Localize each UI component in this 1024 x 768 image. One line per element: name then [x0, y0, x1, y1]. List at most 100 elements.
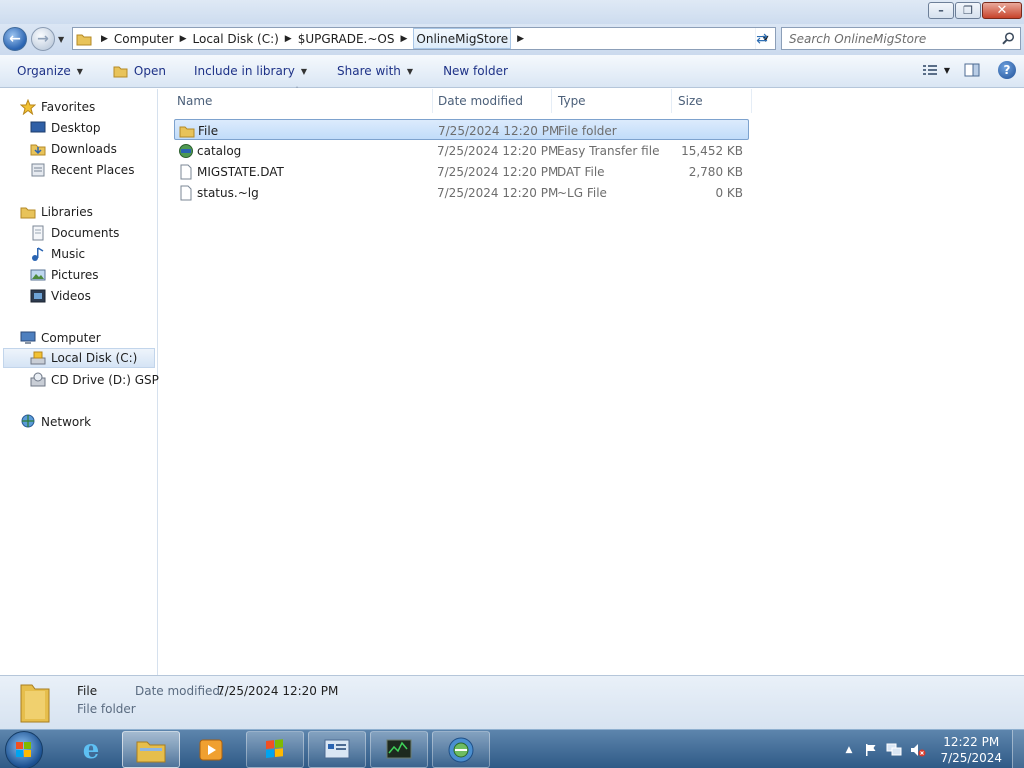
sort-ascending-icon: ˆ: [295, 86, 299, 95]
taskbar-windows-setup[interactable]: [246, 731, 304, 768]
breadcrumb-separator[interactable]: ▶: [174, 34, 193, 44]
file-date: 7/25/2024 12:20 PM: [437, 143, 559, 158]
open-button[interactable]: Open: [104, 55, 175, 87]
star-icon: [19, 98, 37, 116]
help-button[interactable]: ?: [998, 61, 1016, 79]
refresh-button[interactable]: ⇄: [750, 27, 774, 50]
column-header-name[interactable]: Name ˆ: [171, 86, 433, 113]
nav-cd-drive[interactable]: CD Drive (D:) GSP1R: [30, 370, 175, 390]
taskbar-task-manager[interactable]: [370, 731, 428, 768]
address-row: ← → ▼ ▶ Computer ▶ Local Disk (C:) ▶ $UP…: [0, 24, 1024, 55]
title-bar: – ❐ ✕: [0, 0, 1024, 24]
windows-logo-icon: [16, 742, 31, 757]
nav-libraries[interactable]: Libraries: [20, 202, 93, 222]
new-folder-button[interactable]: New folder: [434, 55, 517, 87]
internet-explorer-icon: e: [82, 734, 100, 765]
recent-pages-dropdown[interactable]: ▼: [58, 35, 64, 44]
taskbar-clock[interactable]: 12:22 PM 7/25/2024: [940, 734, 1002, 766]
navigation-pane: Favorites Desktop Downloads Recent Place…: [0, 89, 175, 675]
computer-icon: [20, 330, 36, 346]
close-icon: ✕: [996, 3, 1008, 18]
search-input[interactable]: Search OnlineMigStore: [781, 27, 1021, 50]
view-list-icon: [922, 65, 937, 75]
clock-time: 12:22 PM: [943, 734, 1000, 749]
back-button[interactable]: ←: [3, 27, 27, 51]
breadcrumb-separator[interactable]: ▶: [395, 34, 414, 44]
restore-icon: ❐: [963, 4, 973, 17]
breadcrumb-separator[interactable]: ▶: [95, 34, 114, 44]
organize-button[interactable]: Organize ▼: [8, 55, 92, 87]
file-row-status-lg[interactable]: status.~lg 7/25/2024 12:20 PM ~LG File 0…: [174, 182, 749, 203]
pictures-icon: [30, 267, 46, 283]
chevron-down-icon: ▼: [76, 66, 83, 76]
details-date-label: Date modified:: [135, 684, 225, 698]
downloads-icon: [30, 141, 46, 157]
breadcrumb-onlinemigstore[interactable]: OnlineMigStore: [413, 28, 512, 49]
search-icon[interactable]: [1002, 32, 1015, 48]
desktop-icon: [30, 120, 46, 136]
restore-button[interactable]: ❐: [955, 2, 981, 19]
include-in-library-button[interactable]: Include in library ▼: [185, 55, 316, 87]
file-size: 15,452 KB: [681, 143, 743, 158]
nav-videos[interactable]: Videos: [30, 286, 91, 306]
file-row-file[interactable]: File 7/25/2024 12:20 PM File folder: [174, 119, 749, 140]
breadcrumb-computer[interactable]: Computer: [114, 28, 174, 49]
column-header-date-modified[interactable]: Date modified: [432, 89, 552, 113]
control-panel-icon: [324, 739, 350, 758]
breadcrumb-separator[interactable]: ▶: [279, 34, 298, 44]
nav-favorites[interactable]: Favorites: [19, 97, 95, 117]
file-icon: [178, 182, 194, 203]
nav-network[interactable]: Network: [20, 412, 91, 432]
minimize-button[interactable]: –: [928, 2, 954, 19]
help-icon: ?: [1003, 63, 1011, 77]
close-button[interactable]: ✕: [982, 2, 1022, 19]
breadcrumb-local-disk[interactable]: Local Disk (C:): [193, 28, 279, 49]
breadcrumb-separator[interactable]: ▶: [511, 34, 530, 44]
nav-recent-places[interactable]: Recent Places: [30, 160, 134, 180]
file-size: 0 KB: [715, 185, 743, 200]
preview-pane-button[interactable]: [964, 63, 980, 77]
show-hidden-icons-button[interactable]: ▲: [846, 745, 853, 755]
taskbar-easy-transfer[interactable]: [432, 731, 490, 768]
nav-music[interactable]: Music: [30, 244, 85, 264]
nav-desktop[interactable]: Desktop: [30, 118, 101, 138]
share-with-button[interactable]: Share with ▼: [328, 55, 422, 87]
file-size: 2,780 KB: [688, 164, 743, 179]
file-date: 7/25/2024 12:20 PM: [438, 123, 560, 138]
change-view-button[interactable]: ▼: [922, 63, 950, 77]
nav-downloads[interactable]: Downloads: [30, 139, 117, 159]
volume-muted-icon[interactable]: [910, 743, 926, 757]
column-header-type[interactable]: Type: [552, 89, 672, 113]
nav-documents[interactable]: Documents: [30, 223, 119, 243]
address-bar[interactable]: ▶ Computer ▶ Local Disk (C:) ▶ $UPGRADE.…: [72, 27, 776, 50]
nav-computer[interactable]: Computer: [20, 328, 101, 348]
file-row-migstate[interactable]: MIGSTATE.DAT 7/25/2024 12:20 PM DAT File…: [174, 161, 749, 182]
media-player-icon: [199, 739, 223, 760]
cd-drive-icon: [30, 372, 46, 388]
taskbar-windows-explorer[interactable]: [122, 731, 180, 768]
refresh-icon: ⇄: [756, 30, 768, 47]
easy-transfer-icon: [448, 737, 474, 762]
preview-pane-icon: [964, 63, 980, 77]
show-desktop-button[interactable]: [1012, 730, 1024, 768]
taskbar-internet-explorer[interactable]: e: [62, 731, 120, 768]
breadcrumb-upgrade-os[interactable]: $UPGRADE.~OS: [298, 28, 395, 49]
file-name: catalog: [197, 143, 242, 158]
start-button[interactable]: [5, 731, 43, 768]
network-icon: [20, 414, 36, 430]
command-bar: Organize ▼ Open Include in library ▼ Share…: [0, 55, 1024, 88]
file-type: DAT File: [557, 164, 605, 179]
file-date: 7/25/2024 12:20 PM: [437, 185, 559, 200]
nav-pictures[interactable]: Pictures: [30, 265, 99, 285]
network-tray-icon[interactable]: [886, 743, 902, 757]
details-type: File folder: [77, 702, 136, 716]
taskbar-media-player[interactable]: [182, 731, 240, 768]
column-header-size[interactable]: Size: [672, 89, 752, 113]
forward-button[interactable]: →: [31, 27, 55, 51]
large-folder-icon: [18, 681, 52, 728]
music-icon: [30, 246, 46, 262]
file-row-catalog[interactable]: catalog 7/25/2024 12:20 PM Easy Transfer…: [174, 140, 749, 161]
action-center-flag-icon[interactable]: [864, 743, 878, 757]
taskbar-control-panel[interactable]: [308, 731, 366, 768]
nav-local-disk[interactable]: Local Disk (C:): [3, 348, 155, 368]
